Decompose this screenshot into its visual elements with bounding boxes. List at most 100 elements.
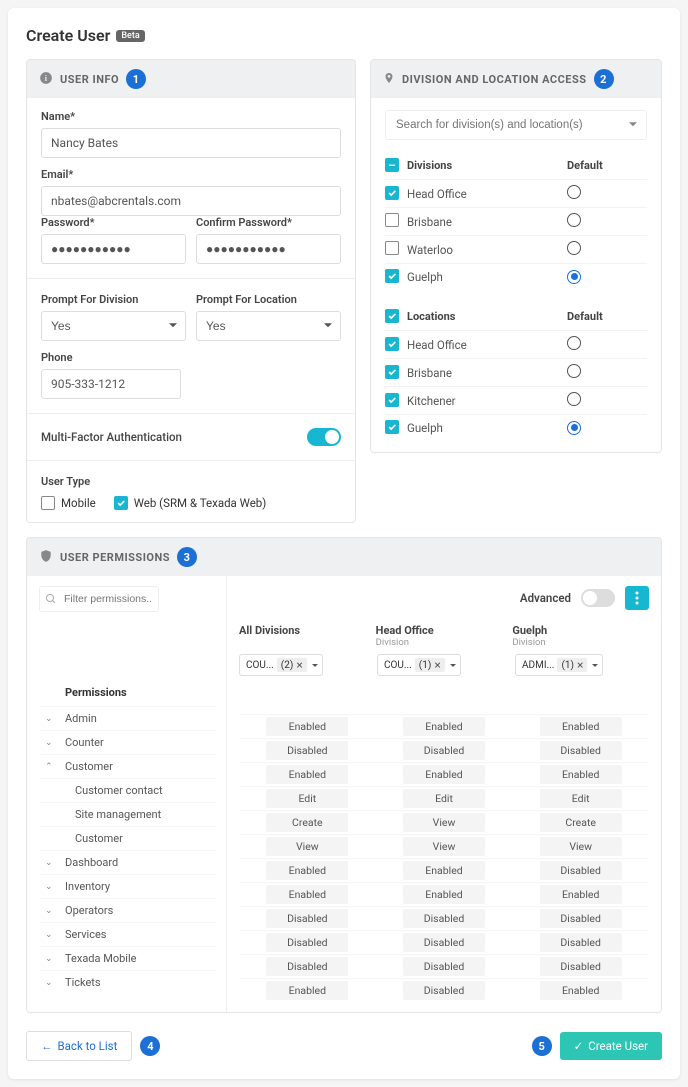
permission-value[interactable]: Edit	[540, 789, 622, 808]
permission-value[interactable]: Disabled	[266, 741, 348, 760]
permission-row-values: Disabled Disabled Disabled	[239, 906, 649, 930]
permission-value[interactable]: Disabled	[266, 957, 348, 976]
location-default-radio[interactable]	[567, 364, 581, 378]
permission-value[interactable]: View	[266, 837, 348, 856]
permission-role-select[interactable]: COU...(1) ×	[377, 654, 461, 676]
permission-value[interactable]: Enabled	[266, 717, 348, 736]
permission-value[interactable]: Edit	[403, 789, 485, 808]
permission-value[interactable]: Enabled	[403, 885, 485, 904]
permissions-menu-button[interactable]	[625, 586, 649, 610]
permission-role-select[interactable]: ADMI...(1) ×	[515, 654, 603, 676]
permission-value[interactable]: Enabled	[540, 885, 622, 904]
mfa-toggle[interactable]	[307, 428, 341, 446]
name-input[interactable]	[41, 128, 341, 158]
permission-value[interactable]: Enabled	[540, 981, 622, 1000]
permission-value[interactable]: Disabled	[403, 981, 485, 1000]
location-name: Brisbane	[407, 366, 567, 380]
location-checkbox[interactable]	[385, 420, 399, 434]
location-row: Kitchener	[385, 386, 647, 414]
permission-value[interactable]: Disabled	[540, 909, 622, 928]
division-default-radio[interactable]	[567, 185, 581, 199]
permission-value[interactable]: Create	[540, 813, 622, 832]
permission-value[interactable]: Disabled	[403, 957, 485, 976]
location-default-radio[interactable]	[567, 336, 581, 350]
permission-value[interactable]: View	[540, 837, 622, 856]
permission-value[interactable]: Enabled	[540, 717, 622, 736]
division-row: Guelph	[385, 263, 647, 289]
permission-value[interactable]: View	[403, 837, 485, 856]
permission-value[interactable]: Enabled	[266, 861, 348, 880]
location-checkbox[interactable]	[385, 393, 399, 407]
password-input[interactable]	[41, 234, 186, 264]
phone-input[interactable]	[41, 369, 181, 399]
permission-row-label: ⌄Counter	[39, 730, 216, 754]
permission-value[interactable]: Disabled	[266, 909, 348, 928]
expand-icon[interactable]: ⌄	[45, 978, 59, 988]
email-input[interactable]	[41, 186, 341, 216]
clear-role-icon[interactable]: ×	[577, 659, 583, 671]
permission-row-label: ⌄Operators	[39, 898, 216, 922]
permission-value[interactable]: Disabled	[403, 933, 485, 952]
permission-value[interactable]: Disabled	[540, 933, 622, 952]
location-checkbox[interactable]	[385, 365, 399, 379]
permission-value[interactable]: View	[403, 813, 485, 832]
locations-master-checkbox[interactable]	[385, 309, 399, 323]
expand-icon[interactable]: ⌄	[45, 882, 59, 892]
permission-role-select[interactable]: COU...(2) ×	[239, 654, 323, 676]
divisions-master-checkbox[interactable]	[385, 158, 399, 172]
permission-value[interactable]: Disabled	[403, 909, 485, 928]
division-checkbox[interactable]	[385, 241, 399, 255]
permission-row-label: ⌄Tickets	[39, 970, 216, 994]
confirm-password-input[interactable]	[196, 234, 341, 264]
chevron-down-icon	[592, 664, 598, 670]
prompt-location-select[interactable]: Yes	[196, 311, 341, 341]
permission-value[interactable]: Create	[266, 813, 348, 832]
permission-value[interactable]: Enabled	[540, 765, 622, 784]
division-location-search[interactable]	[385, 110, 647, 140]
division-default-radio[interactable]	[567, 213, 581, 227]
expand-icon[interactable]: ⌄	[45, 714, 59, 724]
user-type-mobile-checkbox[interactable]: Mobile	[41, 496, 96, 510]
permission-value[interactable]: Enabled	[266, 765, 348, 784]
phone-label: Phone	[41, 351, 341, 364]
user-type-web-checkbox[interactable]: Web (SRM & Texada Web)	[114, 496, 267, 510]
permission-value[interactable]: Disabled	[266, 933, 348, 952]
division-default-radio[interactable]	[567, 241, 581, 255]
permission-value[interactable]: Enabled	[266, 981, 348, 1000]
permission-value[interactable]: Enabled	[403, 861, 485, 880]
permission-value[interactable]: Edit	[266, 789, 348, 808]
clear-role-icon[interactable]: ×	[296, 659, 302, 671]
expand-icon[interactable]: ⌄	[45, 738, 59, 748]
permission-value[interactable]: Enabled	[403, 765, 485, 784]
user-type-label: User Type	[41, 475, 341, 488]
expand-icon[interactable]: ⌃	[45, 762, 59, 772]
check-icon: ✓	[574, 1039, 584, 1053]
expand-icon[interactable]: ⌄	[45, 930, 59, 940]
back-to-list-button[interactable]: ← Back to List	[26, 1031, 132, 1061]
permission-value[interactable]: Enabled	[403, 717, 485, 736]
location-default-radio[interactable]	[567, 421, 581, 435]
advanced-toggle[interactable]	[581, 589, 615, 607]
division-default-radio[interactable]	[567, 270, 581, 284]
permission-value[interactable]: Disabled	[540, 741, 622, 760]
location-name: Guelph	[407, 421, 567, 435]
permission-value[interactable]: Disabled	[540, 861, 622, 880]
filter-permissions-input[interactable]	[39, 586, 159, 612]
location-checkbox[interactable]	[385, 337, 399, 351]
expand-icon[interactable]: ⌄	[45, 858, 59, 868]
locations-default-column-label: Default	[567, 310, 647, 323]
permission-value[interactable]: Disabled	[403, 741, 485, 760]
division-checkbox[interactable]	[385, 213, 399, 227]
divisions-default-column-label: Default	[567, 159, 647, 172]
clear-role-icon[interactable]: ×	[434, 659, 440, 671]
expand-icon[interactable]: ⌄	[45, 906, 59, 916]
permission-row-values: Disabled Disabled Disabled	[239, 954, 649, 978]
location-default-radio[interactable]	[567, 392, 581, 406]
division-checkbox[interactable]	[385, 269, 399, 283]
create-user-button[interactable]: ✓ Create User	[560, 1032, 662, 1060]
prompt-division-select[interactable]: Yes	[41, 311, 186, 341]
expand-icon[interactable]: ⌄	[45, 954, 59, 964]
permission-value[interactable]: Disabled	[540, 957, 622, 976]
division-checkbox[interactable]	[385, 186, 399, 200]
permission-value[interactable]: Enabled	[266, 885, 348, 904]
